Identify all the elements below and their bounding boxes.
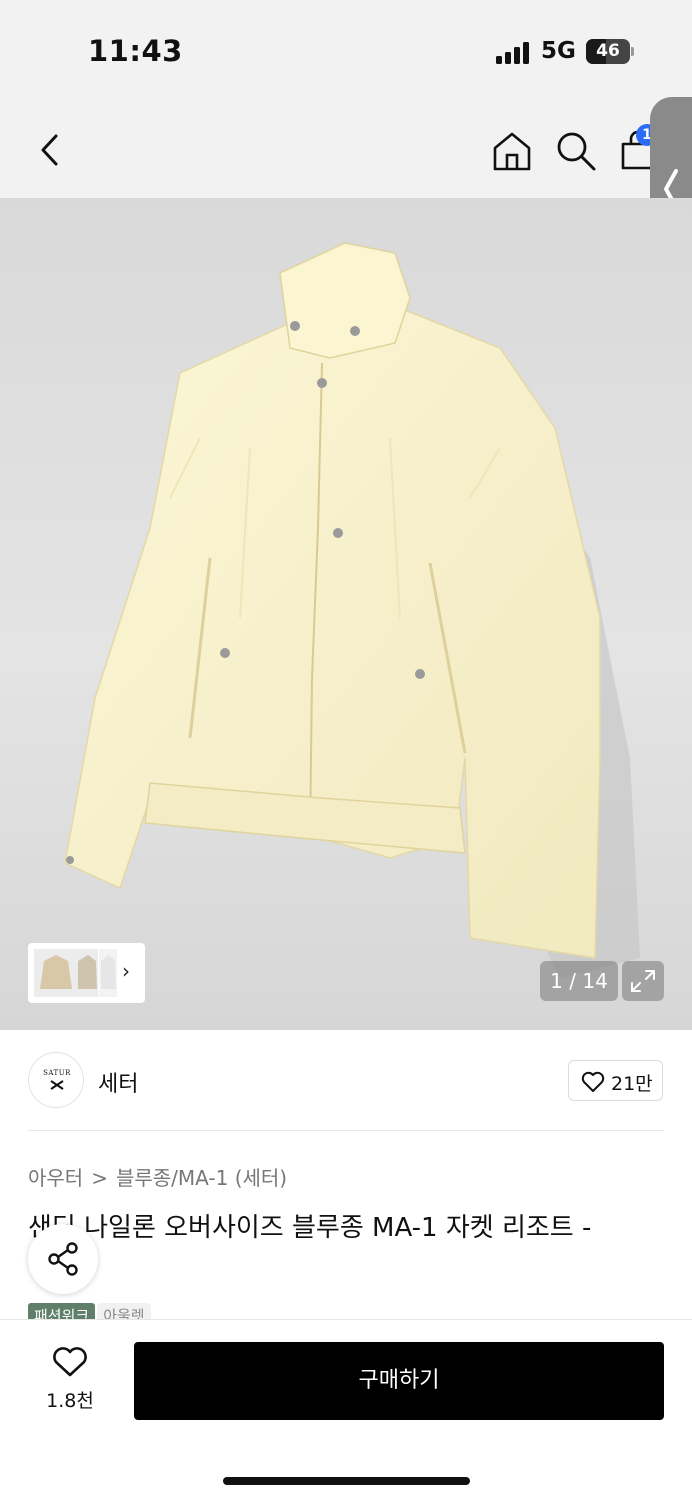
product-image-gallery[interactable]: › 1 / 14 — [0, 198, 692, 1030]
breadcrumb-item[interactable]: 아우터 — [28, 1166, 83, 1190]
top-navigation — [0, 100, 692, 198]
thumbnail-image[interactable] — [76, 949, 98, 997]
share-button[interactable] — [28, 1224, 98, 1294]
brand-row: SATUR 세터 21만 — [0, 1030, 692, 1130]
search-icon — [557, 132, 596, 171]
brand-logo[interactable]: SATUR — [28, 1052, 84, 1108]
product-title: 샌딩 나일론 오버사이즈 블루종 MA-1 자켓 리조트 - — [28, 1213, 592, 1243]
home-indicator — [223, 1477, 470, 1485]
status-time: 11:43 — [88, 34, 183, 68]
home-button[interactable] — [490, 130, 534, 172]
home-icon — [493, 132, 531, 171]
signal-icon — [496, 42, 532, 64]
breadcrumb-item[interactable]: 블루종/MA-1 (세터) — [116, 1166, 287, 1190]
thumbnail-strip[interactable]: › — [28, 943, 145, 1003]
brand-like-count: 21만 — [611, 1073, 653, 1095]
search-button[interactable] — [555, 130, 597, 172]
thumbnail-image[interactable] — [34, 949, 78, 997]
back-button[interactable] — [30, 130, 70, 170]
expand-image-button[interactable] — [622, 961, 664, 1001]
breadcrumb-separator: > — [91, 1166, 108, 1190]
network-label: 5G — [541, 38, 576, 64]
share-icon — [48, 1242, 78, 1276]
chevron-left-icon — [41, 134, 58, 166]
battery-level: 46 — [596, 41, 620, 61]
brand-like-button[interactable]: 21만 — [568, 1060, 663, 1101]
divider — [28, 1130, 664, 1131]
wishlist-button[interactable]: 1.8천 — [30, 1346, 110, 1416]
product-photo — [64, 242, 640, 978]
expand-icon — [631, 970, 655, 992]
battery-icon: 46 — [586, 39, 630, 64]
heart-icon — [581, 1071, 605, 1092]
image-counter: 1 / 14 — [540, 961, 618, 1001]
logo-emblem-icon — [50, 1080, 64, 1090]
wishlist-count: 1.8천 — [46, 1390, 94, 1412]
buy-button[interactable]: 구매하기 — [134, 1342, 664, 1420]
brand-name[interactable]: 세터 — [98, 1066, 138, 1098]
breadcrumb: 아우터 > 블루종/MA-1 (세터) — [28, 1162, 287, 1191]
thumbnail-image[interactable] — [99, 949, 117, 997]
brand-logo-text: SATUR — [43, 1069, 71, 1077]
thumbnail-next-arrow[interactable]: › — [122, 959, 130, 983]
status-bar: 11:43 5G 46 — [0, 0, 692, 100]
bottom-action-bar: 1.8천 구매하기 — [0, 1319, 692, 1500]
heart-icon — [53, 1347, 87, 1377]
